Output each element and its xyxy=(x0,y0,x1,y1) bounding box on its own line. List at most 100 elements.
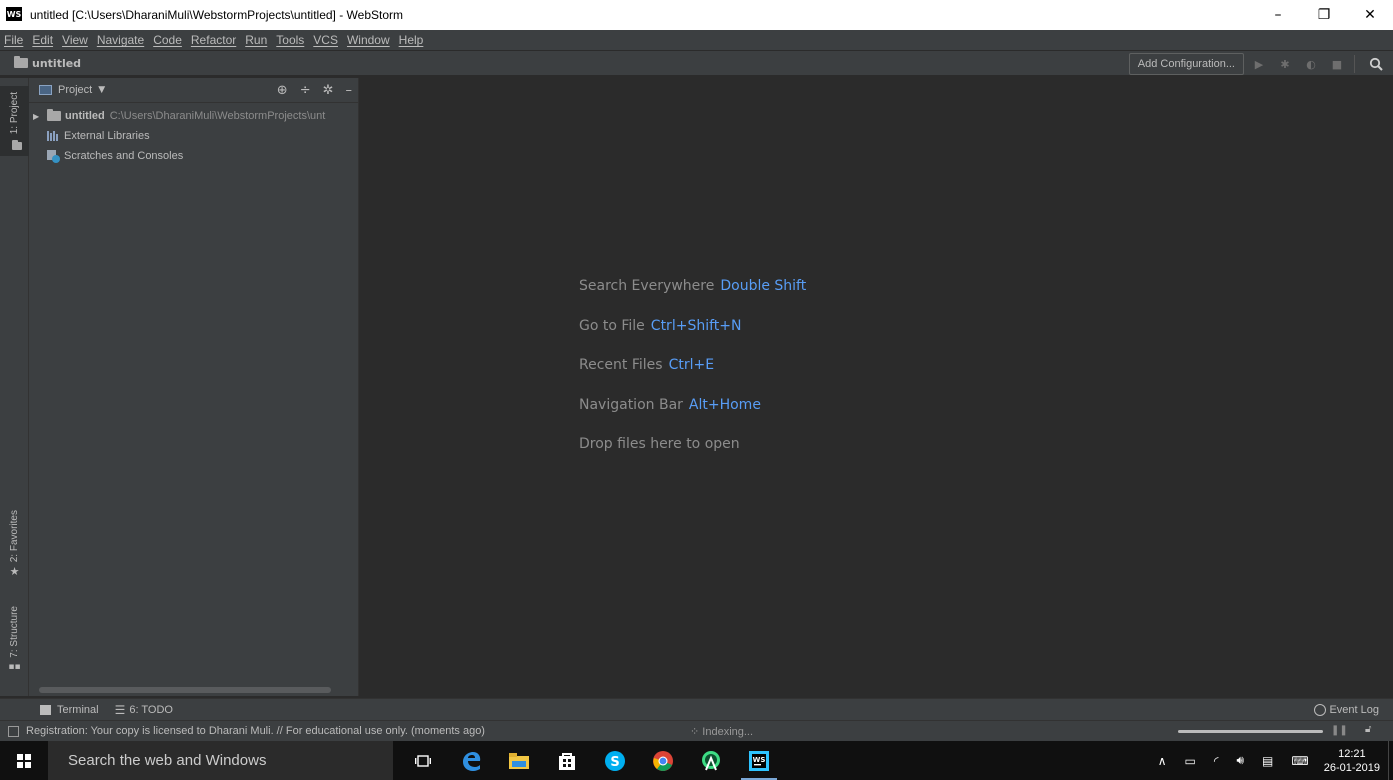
start-button[interactable] xyxy=(0,741,48,780)
window-title-bar: WS untitled [C:\Users\DharaniMuli\Websto… xyxy=(0,0,1393,30)
volume-icon[interactable]: 🔊︎ xyxy=(1236,753,1244,768)
hint-search-everywhere: Search Everywhere Double Shift xyxy=(579,278,806,318)
todo-label[interactable]: 6: TODO xyxy=(129,704,173,716)
toggle-tool-windows-icon[interactable] xyxy=(8,725,19,737)
status-message[interactable]: Registration: Your copy is licensed to D… xyxy=(26,725,485,737)
breadcrumb-project[interactable]: untitled xyxy=(32,57,81,70)
tab-project[interactable]: 1: Project xyxy=(0,86,29,156)
webstorm-icon: WS xyxy=(749,750,769,771)
edge-app[interactable] xyxy=(447,741,495,780)
taskbar-search-placeholder: Search the web and Windows xyxy=(68,752,267,769)
taskbar-clock[interactable]: 12:21 26-01-2019 xyxy=(1324,747,1380,775)
scratches-icon xyxy=(47,149,60,163)
horizontal-scrollbar[interactable] xyxy=(39,687,331,693)
menu-view[interactable]: View xyxy=(62,33,88,47)
stop-icon[interactable]: ■ xyxy=(1326,53,1348,75)
tab-structure-label[interactable]: 7: Structure xyxy=(9,606,20,658)
spinner-icon: ⁘ xyxy=(690,725,703,738)
toolbar-divider xyxy=(1354,55,1355,73)
indexing-status[interactable]: ⁘ Indexing... xyxy=(690,725,753,738)
minimize-button[interactable]: – xyxy=(1255,0,1301,30)
menu-help[interactable]: Help xyxy=(399,33,424,47)
gear-icon[interactable]: ✲ xyxy=(323,83,334,98)
hint-go-to-file: Go to File Ctrl+Shift+N xyxy=(579,318,806,358)
show-hidden-icons-icon[interactable]: ∧ xyxy=(1158,754,1167,768)
locate-icon[interactable]: ⊕ xyxy=(277,83,288,98)
pause-icon[interactable]: ❚❚ xyxy=(1331,725,1348,736)
android-studio-icon xyxy=(702,750,720,770)
expand-arrow-icon[interactable]: ▶ xyxy=(33,112,47,121)
task-view-button[interactable] xyxy=(399,741,447,780)
menu-run[interactable]: Run xyxy=(245,33,267,47)
star-icon: ★ xyxy=(9,565,20,579)
tab-favorites-label[interactable]: 2: Favorites xyxy=(9,510,20,562)
structure-icon: ▪▪ xyxy=(8,661,21,672)
breadcrumb[interactable]: untitled xyxy=(14,56,81,70)
store-app[interactable] xyxy=(543,741,591,780)
webstorm-app[interactable]: WS xyxy=(735,741,783,780)
coverage-icon[interactable]: ◐ xyxy=(1300,53,1322,75)
todo-button[interactable]: ☰ 6: TODO xyxy=(115,703,173,717)
notifications-icon[interactable]: ▤ xyxy=(1262,754,1273,768)
battery-icon[interactable]: ▭ xyxy=(1184,754,1195,768)
terminal-label[interactable]: Terminal xyxy=(57,704,99,716)
chevron-down-icon[interactable]: ▼ xyxy=(98,85,105,95)
editor-empty-area[interactable]: Search Everywhere Double Shift Go to File… xyxy=(360,78,1393,696)
tab-favorites[interactable]: 2: Favorites ★ xyxy=(0,510,29,590)
tab-project-label[interactable]: 1: Project xyxy=(9,92,20,134)
menu-bar: File Edit View Navigate Code Refactor Ru… xyxy=(0,30,1393,50)
hint-label: Search Everywhere xyxy=(579,278,715,294)
close-button[interactable]: ✕ xyxy=(1347,0,1393,30)
tree-item-label: External Libraries xyxy=(64,130,150,142)
keyboard-icon[interactable]: ⌨ xyxy=(1291,754,1308,768)
debug-icon[interactable]: ✱ xyxy=(1274,53,1296,75)
terminal-button[interactable]: Terminal xyxy=(40,704,99,716)
menu-refactor[interactable]: Refactor xyxy=(191,33,236,47)
hint-label: Drop files here to open xyxy=(579,436,740,452)
menu-window[interactable]: Window xyxy=(347,33,390,47)
hint-navigation-bar: Navigation Bar Alt+Home xyxy=(579,397,806,437)
android-studio-app[interactable] xyxy=(687,741,735,780)
chrome-app[interactable] xyxy=(639,741,687,780)
hint-shortcut: Ctrl+Shift+N xyxy=(650,317,742,334)
project-view-selector[interactable]: Project xyxy=(58,84,92,96)
menu-vcs[interactable]: VCS xyxy=(313,33,338,47)
folder-icon xyxy=(14,56,28,68)
restore-button[interactable]: ❐ xyxy=(1301,0,1347,30)
tree-item-label: Scratches and Consoles xyxy=(64,150,184,162)
clock-time: 12:21 xyxy=(1338,747,1366,760)
windows-logo-icon xyxy=(17,753,31,768)
project-view-icon xyxy=(39,85,52,95)
indexing-progress-bar xyxy=(1178,730,1323,733)
hide-icon[interactable]: – xyxy=(346,83,353,98)
add-configuration-button[interactable]: Add Configuration... xyxy=(1128,53,1244,75)
hint-label: Recent Files xyxy=(579,357,663,373)
skype-app[interactable]: S xyxy=(591,741,639,780)
file-explorer-app[interactable] xyxy=(495,741,543,780)
event-log-label[interactable]: Event Log xyxy=(1329,704,1379,716)
lock-icon[interactable]: 🔓︎ xyxy=(1365,724,1371,735)
event-log-button[interactable]: Event Log xyxy=(1314,703,1379,716)
chrome-icon xyxy=(653,750,673,771)
menu-code[interactable]: Code xyxy=(153,33,182,47)
status-bar: Registration: Your copy is licensed to D… xyxy=(0,720,1393,741)
menu-edit[interactable]: Edit xyxy=(32,33,53,47)
menu-tools[interactable]: Tools xyxy=(276,33,304,47)
collapse-all-icon[interactable]: ÷ xyxy=(300,83,311,98)
menu-file[interactable]: File xyxy=(4,33,23,47)
navigation-bar: untitled Add Configuration... ▶ ✱ ◐ ■ xyxy=(0,50,1393,76)
search-icon[interactable] xyxy=(1365,53,1387,75)
show-desktop-button[interactable] xyxy=(1388,741,1393,780)
menu-navigate[interactable]: Navigate xyxy=(97,33,144,47)
tree-item-untitled[interactable]: ▶ untitled C:\Users\DharaniMuli\Webstorm… xyxy=(29,106,358,126)
project-folder-icon xyxy=(11,140,22,151)
tab-structure[interactable]: 7: Structure ▪▪ xyxy=(0,606,29,686)
tree-item-scratches[interactable]: Scratches and Consoles xyxy=(29,146,358,166)
project-tree: ▶ untitled C:\Users\DharaniMuli\Webstorm… xyxy=(29,103,358,166)
run-icon[interactable]: ▶ xyxy=(1248,53,1270,75)
tree-item-external-libraries[interactable]: External Libraries xyxy=(29,126,358,146)
wifi-icon[interactable]: ◜ xyxy=(1214,754,1219,768)
indexing-label: Indexing... xyxy=(702,725,754,738)
taskbar-search-box[interactable]: Search the web and Windows xyxy=(48,741,393,780)
tree-item-path: C:\Users\DharaniMuli\WebstormProjects\un… xyxy=(109,110,326,122)
